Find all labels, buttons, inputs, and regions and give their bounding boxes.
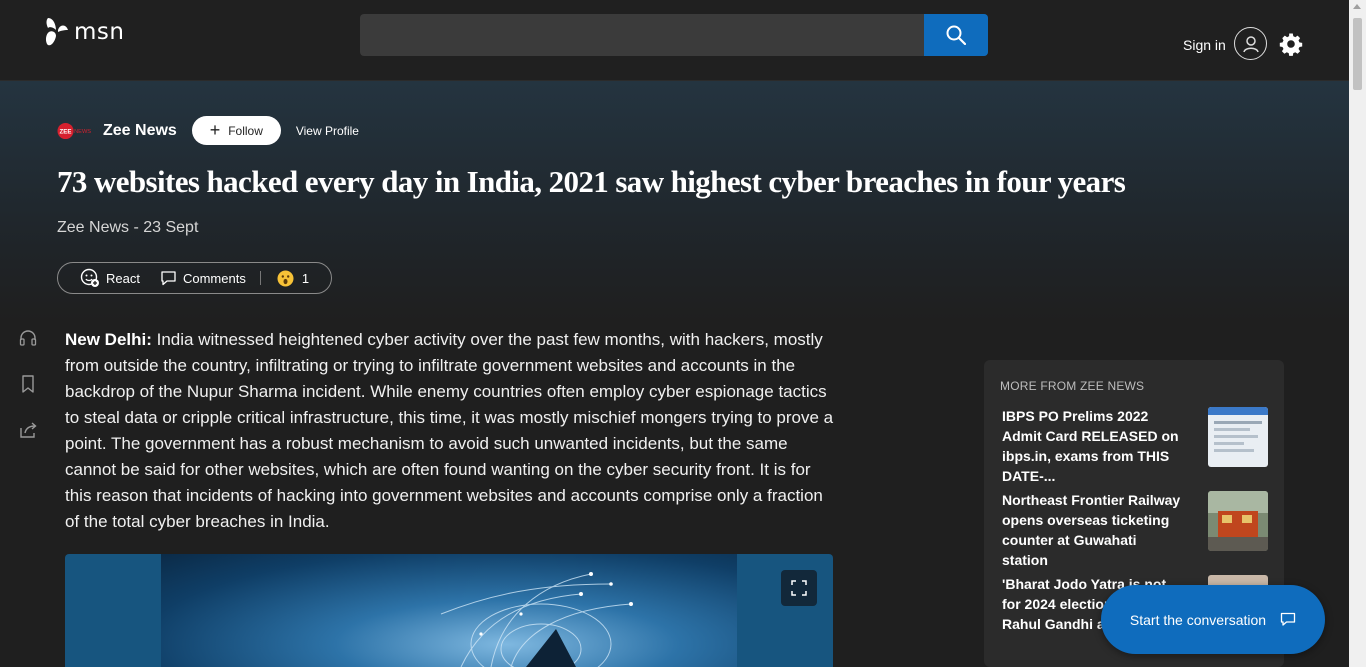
gear-icon[interactable] — [1279, 32, 1303, 56]
search-button[interactable] — [924, 14, 988, 56]
cyber-image — [161, 554, 737, 667]
start-conversation-button[interactable]: Start the conversation — [1101, 585, 1325, 654]
more-item-title: Northeast Frontier Railway opens oversea… — [1002, 492, 1181, 568]
article-text: India witnessed heightened cyber activit… — [65, 330, 834, 531]
divider — [259, 271, 261, 285]
source-row: ZEE NEWS Zee News + Follow View Profile — [57, 116, 359, 145]
more-item-thumbnail — [1208, 491, 1268, 551]
follow-label: Follow — [228, 123, 263, 138]
scroll-thumb[interactable] — [1353, 18, 1362, 90]
article-dateline: New Delhi: — [65, 330, 152, 349]
headphones-icon[interactable] — [18, 328, 38, 348]
react-label: React — [106, 270, 140, 286]
user-icon — [1242, 35, 1259, 52]
article-image[interactable] — [65, 554, 833, 667]
reaction-summary[interactable]: 1 — [277, 270, 309, 287]
avatar[interactable] — [1234, 27, 1267, 60]
logo-text: msn — [74, 19, 125, 45]
butterfly-icon — [45, 18, 68, 46]
react-button[interactable]: React — [80, 268, 140, 288]
comment-icon — [161, 271, 176, 286]
article-byline: Zee News - 23 Sept — [57, 219, 199, 236]
plus-icon: + — [209, 119, 221, 140]
search-input[interactable] — [360, 14, 924, 56]
network-graphic — [440, 572, 633, 667]
top-header: msn Sign in — [0, 0, 1349, 81]
search-box — [360, 14, 988, 56]
zee-news-logo[interactable]: ZEE NEWS — [57, 117, 93, 145]
zee-news-logo-icon: ZEE NEWS — [57, 122, 91, 139]
svg-text:ZEE: ZEE — [60, 128, 72, 135]
reaction-count: 1 — [301, 270, 310, 286]
article-headline: 73 websites hacked every day in India, 2… — [57, 164, 1126, 199]
source-name[interactable]: Zee News — [103, 122, 177, 140]
comments-button[interactable]: Comments — [160, 270, 246, 286]
article-body: New Delhi: India witnessed heightened cy… — [65, 327, 835, 535]
more-item-2[interactable]: Northeast Frontier Railway opens oversea… — [1002, 490, 1268, 570]
more-from-title: MORE FROM ZEE NEWS — [1000, 379, 1145, 393]
svg-text:NEWS: NEWS — [74, 128, 91, 134]
sign-in-link[interactable]: Sign in — [1183, 37, 1226, 53]
expand-image-button[interactable] — [781, 570, 817, 606]
share-icon[interactable] — [18, 420, 38, 440]
comments-label: Comments — [182, 270, 246, 286]
view-profile-link[interactable]: View Profile — [296, 124, 359, 138]
scrollbar[interactable] — [1349, 0, 1366, 667]
search-icon — [946, 25, 966, 45]
start-conversation-label: Start the conversation — [1129, 611, 1267, 628]
chat-icon — [1280, 612, 1296, 626]
more-item-1[interactable]: IBPS PO Prelims 2022 Admit Card RELEASED… — [1002, 406, 1268, 486]
follow-button[interactable]: + Follow — [191, 116, 281, 145]
scroll-up-arrow-icon[interactable] — [1353, 4, 1361, 9]
add-reaction-icon — [80, 268, 99, 287]
reaction-bar: React Comments 1 — [57, 262, 332, 294]
fullscreen-icon — [791, 580, 807, 596]
msn-logo[interactable]: msn — [44, 16, 124, 48]
surprised-emoji-icon — [277, 270, 294, 286]
bookmark-icon[interactable] — [18, 374, 38, 394]
more-item-title: IBPS PO Prelims 2022 Admit Card RELEASED… — [1002, 408, 1179, 484]
more-item-thumbnail — [1208, 407, 1268, 467]
